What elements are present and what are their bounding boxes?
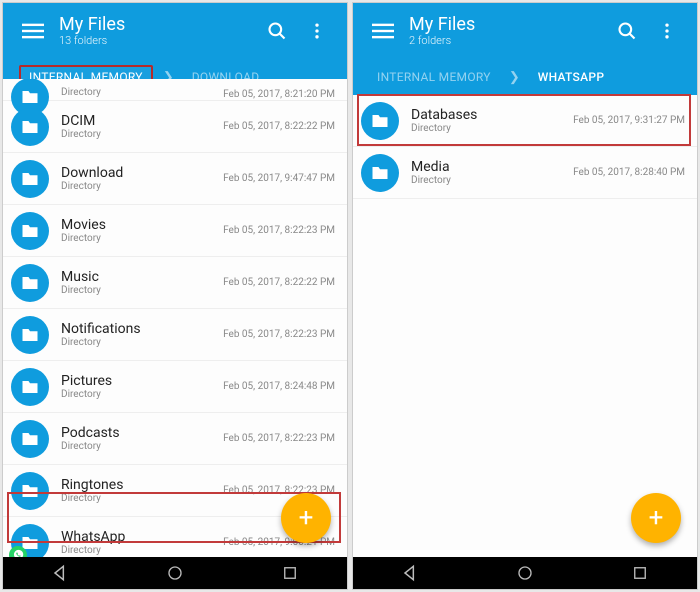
item-name: Ringtones	[61, 477, 223, 493]
list-item[interactable]: PodcastsDirectory Feb 05, 2017, 8:22:23 …	[3, 413, 347, 465]
item-name: WhatsApp	[61, 529, 223, 545]
nav-home-icon[interactable]	[495, 561, 555, 585]
item-name: Music	[61, 269, 223, 285]
list-item[interactable]: MoviesDirectory Feb 05, 2017, 8:22:23 PM	[3, 205, 347, 257]
item-sub: Directory	[61, 181, 223, 192]
item-name: Databases	[411, 107, 573, 123]
app-title: My Files	[59, 15, 257, 35]
search-icon[interactable]	[263, 17, 291, 45]
fab-add[interactable]: +	[631, 493, 681, 543]
item-sub: Directory	[61, 233, 223, 244]
more-icon[interactable]	[653, 17, 681, 45]
item-date: Feb 05, 2017, 9:31:27 PM	[573, 115, 685, 126]
plus-icon: +	[299, 503, 314, 533]
folder-icon	[11, 316, 49, 354]
chevron-right-icon: ❯	[509, 70, 520, 85]
folder-icon	[361, 102, 399, 140]
folder-icon	[11, 524, 49, 558]
item-name: Movies	[61, 217, 223, 233]
list-item[interactable]: Directory Feb 05, 2017, 8:21:20 PM	[3, 79, 347, 101]
nav-back-icon[interactable]	[380, 561, 440, 585]
fab-add[interactable]: +	[281, 493, 331, 543]
folder-icon	[11, 160, 49, 198]
list-item[interactable]: MusicDirectory Feb 05, 2017, 8:22:22 PM	[3, 257, 347, 309]
app-subtitle: 2 folders	[409, 34, 607, 47]
appbar: My Files 13 folders	[3, 3, 347, 59]
plus-icon: +	[649, 503, 664, 533]
item-date: Feb 05, 2017, 8:21:20 PM	[223, 89, 335, 100]
nav-recent-icon[interactable]	[260, 561, 320, 585]
file-list[interactable]: Directory Feb 05, 2017, 8:21:20 PM DCIMD…	[3, 79, 347, 557]
list-item[interactable]: DCIMDirectory Feb 05, 2017, 8:22:22 PM	[3, 101, 347, 153]
item-name: Pictures	[61, 373, 223, 389]
appbar-titles: My Files 13 folders	[59, 15, 257, 48]
item-sub: Directory	[61, 389, 223, 400]
nav-recent-icon[interactable]	[610, 561, 670, 585]
item-sub: Directory	[411, 123, 573, 134]
app-subtitle: 13 folders	[59, 34, 257, 47]
item-sub: Directory	[61, 441, 223, 452]
more-icon[interactable]	[303, 17, 331, 45]
item-name: Download	[61, 165, 223, 181]
list-item[interactable]: NotificationsDirectory Feb 05, 2017, 8:2…	[3, 309, 347, 361]
list-item[interactable]: MediaDirectory Feb 05, 2017, 8:28:40 PM	[353, 147, 697, 199]
folder-icon	[11, 212, 49, 250]
item-sub: Directory	[61, 87, 223, 98]
item-date: Feb 05, 2017, 8:22:22 PM	[223, 121, 335, 132]
item-sub: Directory	[61, 129, 223, 140]
item-name: Media	[411, 159, 573, 175]
folder-icon	[11, 368, 49, 406]
screen-right: My Files 2 folders INTERNAL MEMORY ❯ WHA…	[352, 2, 698, 590]
item-name: Notifications	[61, 321, 223, 337]
android-navbar	[353, 557, 697, 589]
item-sub: Directory	[411, 175, 573, 186]
folder-icon	[11, 472, 49, 510]
item-sub: Directory	[61, 337, 223, 348]
folder-icon	[11, 264, 49, 302]
item-date: Feb 05, 2017, 8:22:22 PM	[223, 277, 335, 288]
menu-icon[interactable]	[19, 17, 47, 45]
item-date: Feb 05, 2017, 8:22:23 PM	[223, 433, 335, 444]
item-date: Feb 05, 2017, 8:24:48 PM	[223, 381, 335, 392]
item-date: Feb 05, 2017, 8:22:23 PM	[223, 329, 335, 340]
breadcrumb-internal[interactable]: INTERNAL MEMORY	[369, 67, 499, 87]
item-name: DCIM	[61, 113, 223, 129]
android-navbar	[3, 557, 347, 589]
search-icon[interactable]	[613, 17, 641, 45]
item-date: Feb 05, 2017, 8:22:23 PM	[223, 485, 335, 496]
item-sub: Directory	[61, 545, 223, 556]
nav-home-icon[interactable]	[145, 561, 205, 585]
folder-icon	[361, 154, 399, 192]
item-date: Feb 05, 2017, 9:47:47 PM	[223, 173, 335, 184]
folder-icon	[11, 420, 49, 458]
item-sub: Directory	[61, 285, 223, 296]
item-name: Podcasts	[61, 425, 223, 441]
nav-back-icon[interactable]	[30, 561, 90, 585]
appbar-titles: My Files 2 folders	[409, 15, 607, 48]
file-list[interactable]: DatabasesDirectory Feb 05, 2017, 9:31:27…	[353, 95, 697, 557]
appbar: My Files 2 folders	[353, 3, 697, 59]
item-sub: Directory	[61, 493, 223, 504]
item-date: Feb 05, 2017, 8:28:40 PM	[573, 167, 685, 178]
menu-icon[interactable]	[369, 17, 397, 45]
screen-left: My Files 13 folders INTERNAL MEMORY ❯ DO…	[2, 2, 348, 590]
item-date: Feb 05, 2017, 8:22:23 PM	[223, 225, 335, 236]
folder-icon	[11, 108, 49, 146]
list-item-databases[interactable]: DatabasesDirectory Feb 05, 2017, 9:31:27…	[353, 95, 697, 147]
breadcrumb-whatsapp[interactable]: WHATSAPP	[530, 67, 613, 87]
app-title: My Files	[409, 15, 607, 35]
breadcrumb: INTERNAL MEMORY ❯ WHATSAPP	[353, 59, 697, 95]
list-item[interactable]: DownloadDirectory Feb 05, 2017, 9:47:47 …	[3, 153, 347, 205]
list-item[interactable]: PicturesDirectory Feb 05, 2017, 8:24:48 …	[3, 361, 347, 413]
